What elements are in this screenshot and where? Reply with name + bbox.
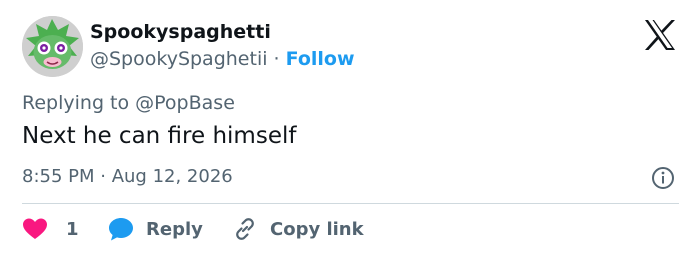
x-logo-icon[interactable] [644, 20, 676, 50]
copy-link-label: Copy link [270, 218, 364, 240]
info-icon[interactable] [651, 166, 675, 190]
replying-to-prefix: Replying to [22, 92, 136, 114]
replying-to-line: Replying to @PopBase [22, 92, 235, 114]
avatar[interactable] [22, 16, 83, 77]
action-bar: 1 Reply Copy link [22, 214, 682, 244]
replying-to-handle[interactable]: @PopBase [135, 92, 235, 114]
tweet-time: 8:55 PM [22, 166, 95, 187]
copy-link-button[interactable]: Copy link [232, 214, 364, 244]
heart-icon [23, 218, 47, 239]
display-name[interactable]: Spookyspaghetti [90, 21, 271, 43]
timestamp-separator: · [94, 166, 112, 187]
speech-bubble-icon [109, 218, 133, 241]
like-count: 1 [66, 218, 79, 240]
tweet-embed-card: Spookyspaghetti @SpookySpaghetii · Follo… [0, 0, 700, 256]
reply-label: Reply [146, 218, 203, 240]
handle-row: @SpookySpaghetii · Follow [90, 48, 355, 70]
separator-dot: · [267, 48, 286, 70]
like-button[interactable]: 1 [22, 214, 79, 244]
tweet-date: Aug 12, 2026 [111, 166, 233, 187]
divider [22, 203, 679, 204]
tweet-text: Next he can fire himself [22, 123, 297, 149]
reply-button[interactable]: Reply [108, 214, 203, 244]
follow-button[interactable]: Follow [286, 48, 355, 70]
link-icon [236, 218, 254, 240]
tweet-timestamp[interactable]: 8:55 PM · Aug 12, 2026 [22, 166, 233, 187]
user-handle[interactable]: @SpookySpaghetii [90, 48, 268, 70]
avatar-image [22, 16, 83, 77]
